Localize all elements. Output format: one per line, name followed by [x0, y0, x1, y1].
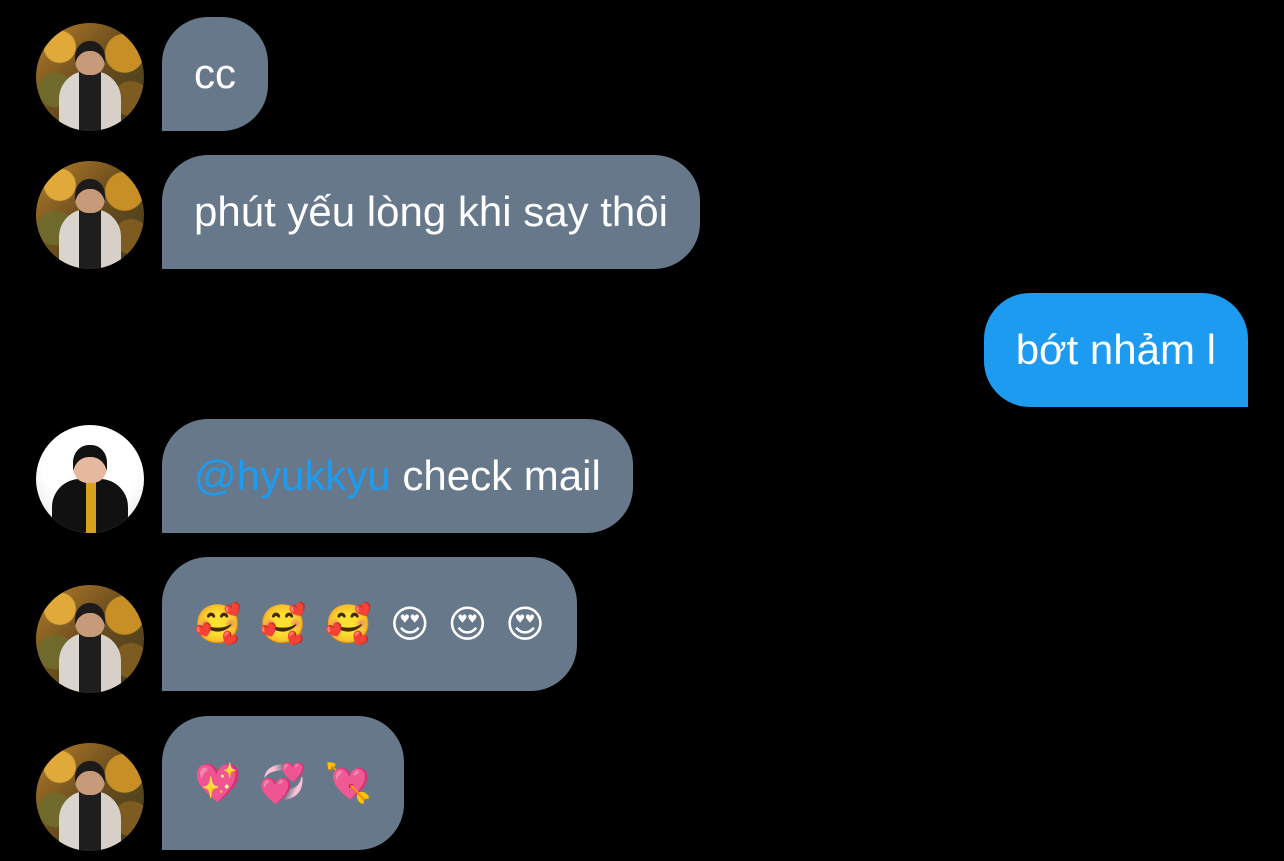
message-bubble-incoming[interactable]: 🥰 🥰 🥰 😍 😍 😍 — [162, 557, 577, 691]
avatar-figure — [59, 791, 121, 851]
chat-thread: cc phút yếu lòng khi say thôi bớt nhảm l… — [0, 0, 1284, 861]
heart-eyes-emoji: 😍 — [447, 602, 488, 646]
avatar-head — [75, 603, 105, 637]
avatar-figure — [59, 71, 121, 131]
message-bubble-outgoing[interactable]: bớt nhảm l — [983, 293, 1248, 407]
avatar[interactable] — [36, 161, 144, 269]
smiling-face-with-hearts-emoji: 🥰 — [259, 602, 307, 646]
avatar-head — [73, 445, 107, 483]
avatar[interactable] — [36, 743, 144, 851]
smiling-face-with-hearts-emoji: 🥰 — [324, 602, 372, 646]
revolving-hearts-emoji: 💞 — [259, 761, 307, 805]
mention-link[interactable]: @hyukkyu — [194, 452, 391, 499]
message-text: check mail — [402, 452, 601, 499]
message-bubble-incoming[interactable]: @hyukkyu check mail — [162, 419, 633, 533]
avatar-head — [75, 761, 105, 795]
avatar-figure — [52, 479, 128, 533]
heart-eyes-emoji: 😍 — [389, 602, 430, 646]
avatar-head — [75, 179, 105, 213]
avatar[interactable] — [36, 425, 144, 533]
heart-with-arrow-emoji: 💘 — [324, 761, 372, 805]
avatar[interactable] — [36, 585, 144, 693]
emoji-message: 🥰 🥰 🥰 😍 😍 😍 — [194, 557, 545, 691]
message-text: cc — [194, 50, 236, 97]
message-bubble-incoming[interactable]: cc — [162, 17, 268, 131]
message-text: bớt nhảm l — [1015, 326, 1216, 373]
message-bubble-incoming[interactable]: phút yếu lòng khi say thôi — [162, 155, 700, 269]
avatar-figure — [59, 633, 121, 693]
sparkling-heart-emoji: 💖 — [194, 761, 242, 805]
message-bubble-incoming[interactable]: 💖 💞 💘 — [162, 716, 404, 850]
avatar-head — [75, 41, 105, 75]
smiling-face-with-hearts-emoji: 🥰 — [194, 602, 242, 646]
avatar-figure — [59, 209, 121, 269]
message-text: phút yếu lòng khi say thôi — [194, 188, 668, 235]
avatar[interactable] — [36, 23, 144, 131]
emoji-message: 💖 💞 💘 — [194, 716, 372, 850]
heart-eyes-emoji: 😍 — [505, 602, 545, 646]
